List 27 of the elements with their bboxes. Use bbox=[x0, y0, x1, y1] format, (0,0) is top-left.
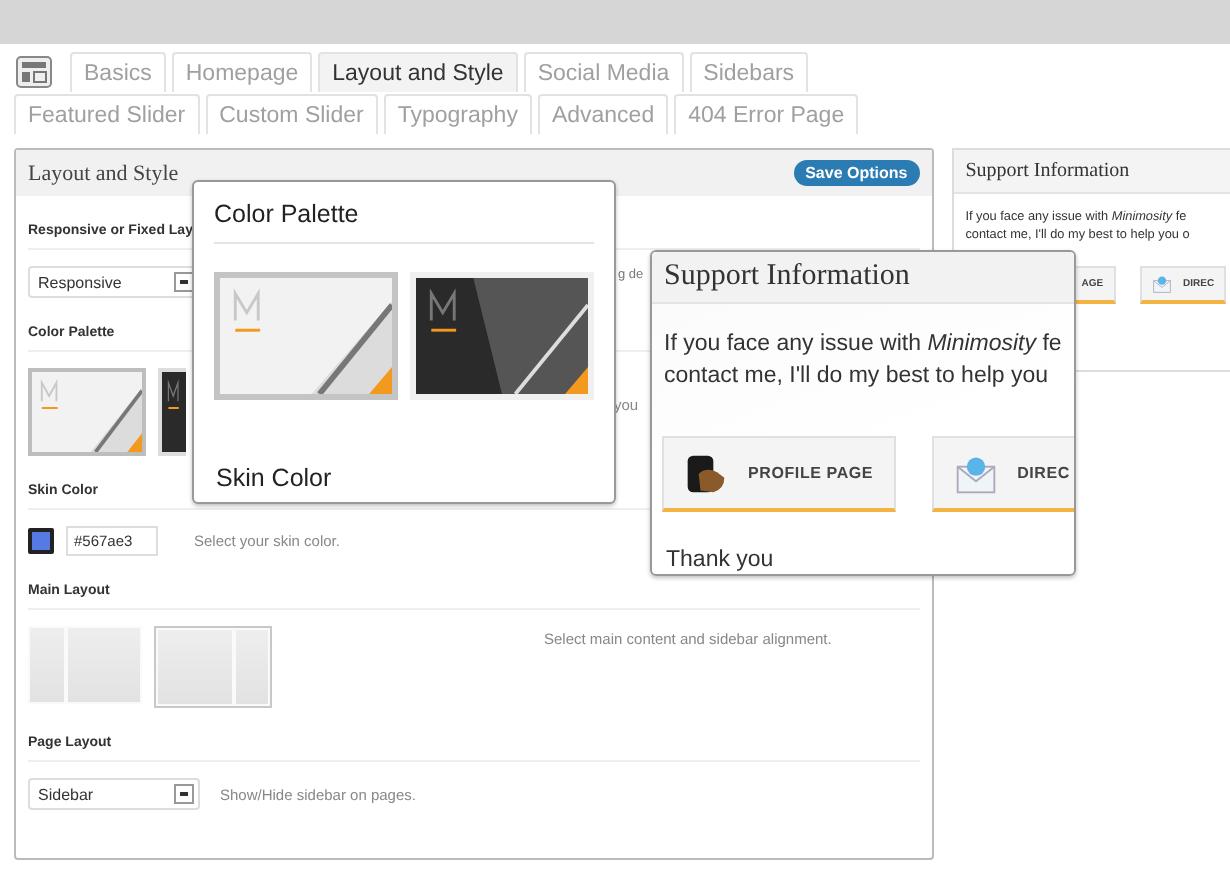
closing-text: Thank you bbox=[666, 548, 776, 573]
callout-title: Color Palette bbox=[214, 182, 594, 244]
hand-icon bbox=[684, 451, 728, 496]
dropdown-icon bbox=[174, 272, 194, 292]
profile-page-button[interactable]: PROFILE PAGE bbox=[662, 436, 896, 513]
page-layout-select[interactable]: Sidebar bbox=[28, 778, 200, 810]
direct-email-button[interactable]: DIREC bbox=[931, 436, 1074, 513]
callout-title: Support Information bbox=[652, 252, 1074, 304]
save-options-button[interactable]: Save Options bbox=[793, 160, 920, 186]
panel-title: Layout and Style bbox=[28, 161, 179, 185]
panel-title: Support Information bbox=[953, 150, 1230, 194]
email-icon bbox=[1151, 273, 1172, 294]
tab[interactable]: Advanced bbox=[537, 94, 669, 134]
tab[interactable]: Homepage bbox=[171, 52, 313, 92]
section-heading: Skin Color bbox=[214, 462, 334, 492]
tab[interactable]: Layout and Style bbox=[318, 52, 518, 92]
layout-icon bbox=[16, 56, 52, 88]
tab[interactable]: Custom Slider bbox=[205, 94, 378, 134]
tab[interactable]: Basics bbox=[70, 52, 166, 92]
palette-option[interactable] bbox=[158, 368, 186, 456]
tab[interactable]: Featured Slider bbox=[14, 94, 200, 134]
dropdown-icon bbox=[174, 784, 194, 804]
color-swatch[interactable] bbox=[28, 528, 54, 554]
tab[interactable]: Social Media bbox=[523, 52, 684, 92]
tab[interactable]: 404 Error Page bbox=[674, 94, 859, 134]
tab[interactable]: Sidebars bbox=[689, 52, 809, 92]
tab[interactable]: Typography bbox=[383, 94, 532, 134]
